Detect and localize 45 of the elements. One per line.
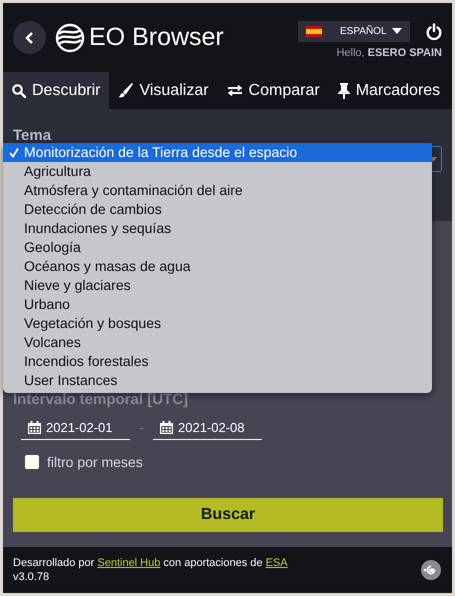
logo-icon [55, 22, 85, 52]
swap-arrows-icon [226, 84, 243, 97]
tab[interactable]: Comparar [218, 72, 329, 109]
dropdown-option[interactable]: Volcanes [3, 333, 432, 352]
brush-icon [118, 83, 134, 98]
tab[interactable]: Marcadores [328, 72, 450, 109]
sentinel-hub-link[interactable]: Sentinel Hub [97, 557, 160, 569]
dropdown-option[interactable]: Geología [3, 238, 432, 257]
app-title: EO Browser [89, 23, 225, 52]
dropdown-option[interactable]: Incendios forestales [3, 352, 432, 371]
dropdown-option[interactable]: User Instances [3, 371, 432, 390]
theme-label: Tema [13, 127, 52, 144]
credit-text: Desarrollado por Sentinel Hub con aportaciones de ESA [13, 557, 289, 569]
tab[interactable]: Descubrir [3, 72, 110, 109]
month-filter-checkbox[interactable] [25, 455, 39, 469]
calendar-icon [28, 420, 41, 434]
dropdown-option[interactable]: Detección de cambios [3, 200, 432, 219]
dropdown-option[interactable]: Monitorización de la Tierra desde el espacio [3, 143, 432, 162]
dropdown-option[interactable]: Urbano [3, 295, 432, 314]
pin-icon [338, 82, 350, 98]
caret-icon [392, 28, 402, 34]
search-button[interactable]: Buscar [13, 498, 443, 532]
version-text: v3.0.78 [13, 571, 50, 583]
date-separator: - [138, 420, 145, 435]
agency-logo-icon [420, 559, 442, 581]
calendar-icon [160, 420, 173, 434]
dropdown-option[interactable]: Vegetación y bosques [3, 314, 432, 333]
dropdown-option[interactable]: Inundaciones y sequías [3, 219, 432, 238]
end-date-field[interactable]: 2021-02-08 [153, 415, 262, 440]
language-dropdown[interactable]: ESPAÑOL [298, 20, 410, 42]
start-date-field[interactable]: 2021-02-01 [21, 415, 130, 440]
back-button[interactable] [13, 21, 46, 54]
tab[interactable]: Visualizar [109, 72, 218, 109]
month-filter-label: filtro por meses [47, 454, 143, 470]
dropdown-option[interactable]: Atmósfera y contaminación del aire [3, 181, 432, 200]
time-range-label: Intervalo temporal [UTC] [13, 391, 190, 410]
dropdown-option[interactable]: Nieve y glaciares [3, 276, 432, 295]
esa-link[interactable]: ESA [266, 557, 288, 569]
power-icon[interactable] [426, 22, 442, 40]
dropdown-option[interactable]: Agricultura [3, 162, 432, 181]
user-greeting: Hello, ESERO SPAIN [336, 46, 442, 58]
flag-icon [306, 26, 322, 36]
chevron-icon [24, 32, 34, 44]
search-icon [12, 84, 26, 98]
dropdown-option[interactable]: Océanos y masas de agua [3, 257, 432, 276]
